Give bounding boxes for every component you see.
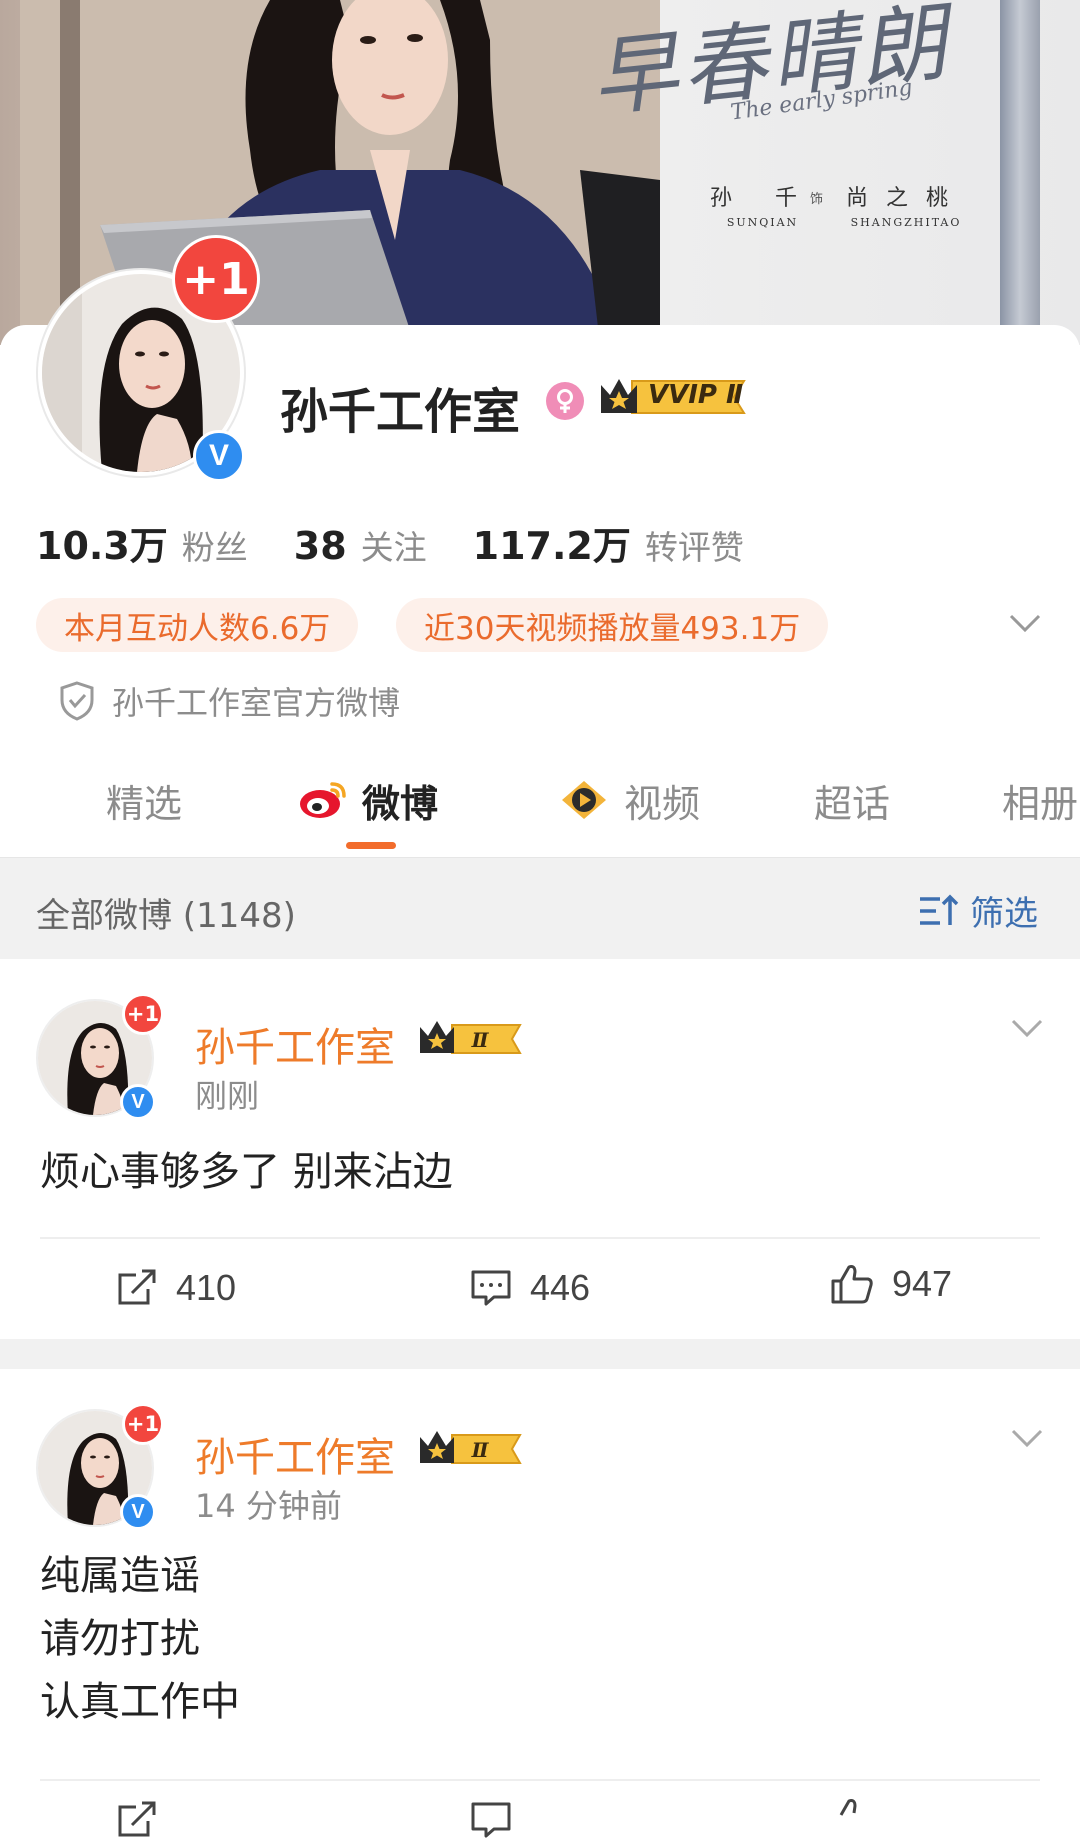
comment-button[interactable]: 446 [470, 1267, 590, 1309]
tab-featured-label: 精选 [106, 781, 183, 826]
like-count: 947 [892, 1263, 953, 1304]
post-author-name[interactable]: 孙千工作室 [195, 1425, 395, 1483]
tab-video-label: 视频 [624, 781, 701, 826]
official-account-row: 孙千工作室官方微博 [58, 678, 400, 724]
profile-tabs: 精选 微博 视频 超话 相册 [0, 765, 1080, 857]
post-line: 烦心事够多了 别来沾边 [40, 1149, 453, 1195]
official-label: 孙千工作室官方微博 [112, 684, 401, 722]
post-line: 认真工作中 [40, 1679, 240, 1725]
repost-icon [118, 1269, 156, 1305]
cast-left: 孙 千 SUNQIAN [710, 180, 815, 229]
post-line: 纯属造谣 [40, 1553, 200, 1599]
vip-crown-icon[interactable]: Ⅱ [418, 1429, 524, 1469]
repost-count: 410 [176, 1267, 237, 1308]
verified-badge-icon: V [120, 1084, 156, 1120]
video-plays-pill[interactable]: 近30天视频播放量493.1万 [396, 598, 829, 652]
stat-following[interactable]: 38 关注 [294, 521, 427, 569]
tab-super-topic-label: 超话 [814, 781, 891, 826]
cast-left-cn: 孙 千 [710, 186, 815, 211]
post-card[interactable]: +1 V 孙千工作室 Ⅱ 14 分钟前 纯属造谣 请勿打扰 认真工作中 [0, 1369, 1080, 1838]
filter-sort-icon [920, 894, 959, 925]
vip-label: VVIP Ⅱ [648, 380, 744, 410]
post-author-name[interactable]: 孙千工作室 [195, 1015, 395, 1073]
post-body: 纯属造谣 请勿打扰 认真工作中 [40, 1545, 240, 1734]
verified-badge-icon: V [193, 430, 245, 482]
following-count: 38 [293, 524, 347, 568]
post-body: 烦心事够多了 别来沾边 [40, 1141, 453, 1204]
tab-weibo[interactable]: 微博 [298, 765, 438, 835]
post-divider [40, 1779, 1040, 1781]
monthly-interaction-pill[interactable]: 本月互动人数6.6万 [36, 598, 359, 652]
tab-album[interactable]: 相册 [1002, 765, 1080, 835]
profile-stats: 10.3万 粉丝 38 关注 117.2万 转评赞 [36, 515, 790, 570]
tab-album-label: 相册 [1002, 781, 1079, 826]
tab-featured[interactable]: 精选 [106, 765, 182, 835]
profile-name: 孙千工作室 [280, 384, 521, 440]
filter-button[interactable]: 筛选 [918, 886, 1038, 935]
all-posts-count: 全部微博 (1148) [36, 896, 296, 936]
comment-button[interactable] [470, 1801, 530, 1839]
like-button[interactable] [830, 1797, 892, 1839]
post-menu-chevron-icon[interactable] [1010, 1017, 1044, 1039]
followers-count: 10.3万 [36, 524, 168, 568]
shield-icon [60, 681, 94, 721]
followers-label: 粉丝 [181, 528, 248, 567]
tab-weibo-label: 微博 [362, 781, 439, 826]
post-timestamp: 14 分钟前 [195, 1487, 342, 1525]
cast-right: 尚之桃 SHANGZHITAO [846, 180, 966, 229]
cast-right-en: SHANGZHITAO [850, 216, 962, 229]
repost-button[interactable]: 410 [116, 1267, 236, 1309]
cast-left-en: SUNQIAN [726, 216, 799, 229]
post-timestamp: 刚刚 [195, 1077, 260, 1115]
repost-icon [118, 1801, 156, 1837]
cast-right-cn: 尚之桃 [846, 186, 967, 211]
post-plus-one-badge: +1 [122, 1403, 164, 1445]
engagement-label: 转评赞 [644, 528, 744, 567]
tab-video[interactable]: 视频 [558, 765, 700, 835]
post-line: 请勿打扰 [40, 1616, 200, 1662]
thumbs-up-icon [831, 1265, 873, 1304]
verified-badge-icon: V [120, 1494, 156, 1530]
chevron-down-icon[interactable] [1008, 612, 1042, 634]
post-plus-one-badge: +1 [122, 993, 164, 1035]
post-divider [40, 1237, 1040, 1239]
post-menu-chevron-icon[interactable] [1010, 1427, 1044, 1449]
banner-frame-edge [1000, 0, 1040, 345]
female-gender-icon [546, 382, 584, 420]
vip-crown-icon[interactable]: Ⅱ [418, 1019, 524, 1059]
repost-button[interactable] [116, 1801, 176, 1839]
tab-super-topic[interactable]: 超话 [814, 765, 890, 835]
crown-level: Ⅱ [471, 1438, 490, 1462]
following-label: 关注 [360, 528, 427, 567]
filter-button-label: 筛选 [970, 894, 1038, 934]
weibo-logo-icon [300, 782, 346, 818]
cast-separator: 饰 [810, 192, 824, 207]
post-separator [0, 1339, 1080, 1369]
active-tab-indicator [346, 842, 396, 849]
video-icon [562, 781, 606, 819]
comment-icon [471, 1270, 511, 1306]
stat-followers[interactable]: 10.3万 粉丝 [36, 515, 248, 570]
post-card[interactable]: +1 V 孙千工作室 Ⅱ 刚刚 烦心事够多了 别来沾边 410 446 947 [0, 959, 1080, 1339]
stat-engagement[interactable]: 117.2万 转评赞 [473, 515, 744, 570]
comment-icon [471, 1802, 511, 1838]
comment-count: 446 [530, 1267, 591, 1308]
engagement-count: 117.2万 [472, 524, 631, 568]
avatar-plus-one-badge[interactable]: +1 [172, 235, 260, 323]
thumbs-up-icon [839, 1799, 857, 1816]
filter-bar: 全部微博 (1148) 筛选 [0, 857, 1080, 960]
crown-level: Ⅱ [471, 1028, 490, 1052]
like-button[interactable]: 947 [830, 1263, 952, 1305]
